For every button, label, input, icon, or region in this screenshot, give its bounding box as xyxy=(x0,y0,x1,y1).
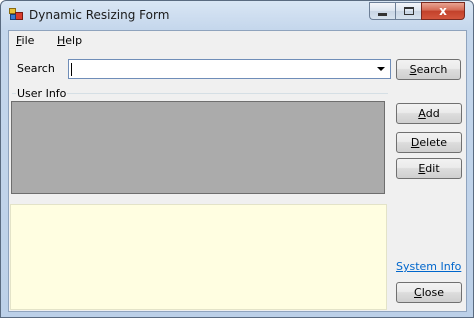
groupbox-border xyxy=(12,93,388,94)
search-button-accel: S xyxy=(409,63,417,76)
maximize-button[interactable] xyxy=(395,2,421,20)
add-button[interactable]: Add xyxy=(396,103,462,124)
edit-button-label: dit xyxy=(425,162,440,175)
chevron-down-icon[interactable] xyxy=(375,63,387,75)
delete-button-accel: D xyxy=(410,136,420,149)
app-window: Dynamic Resizing Form x File Help Search… xyxy=(0,0,474,318)
minimize-icon xyxy=(378,12,387,16)
caption-buttons: x xyxy=(369,2,465,21)
edit-button-accel: E xyxy=(418,162,426,175)
window-title: Dynamic Resizing Form xyxy=(29,8,170,22)
search-combobox[interactable] xyxy=(68,59,391,79)
menu-help[interactable]: Help xyxy=(57,34,82,47)
close-button-accel: C xyxy=(414,286,422,299)
close-icon: x xyxy=(439,4,447,18)
add-button-accel: A xyxy=(418,107,426,120)
minimize-button[interactable] xyxy=(369,2,395,20)
user-info-label: User Info xyxy=(16,87,68,100)
menu-file[interactable]: File xyxy=(16,34,34,47)
app-icon[interactable] xyxy=(9,8,23,21)
form-client-area: File Help Search Search User Info Add De… xyxy=(8,30,467,312)
details-panel[interactable] xyxy=(10,204,387,310)
text-caret xyxy=(71,63,72,76)
menu-file-label: ile xyxy=(21,34,35,47)
delete-button[interactable]: Delete xyxy=(396,132,462,153)
search-label: Search xyxy=(17,62,55,75)
title-bar[interactable]: Dynamic Resizing Form x xyxy=(1,1,473,30)
search-button-label: earch xyxy=(416,63,448,76)
close-window-button[interactable]: x xyxy=(421,2,465,20)
maximize-icon xyxy=(403,7,414,15)
close-button[interactable]: Close xyxy=(396,282,462,303)
edit-button[interactable]: Edit xyxy=(396,158,462,179)
search-button[interactable]: Search xyxy=(396,59,461,80)
close-button-label: lose xyxy=(421,286,444,299)
delete-button-label: elete xyxy=(419,136,448,149)
user-info-panel[interactable] xyxy=(11,101,385,194)
menu-bar: File Help xyxy=(9,31,466,51)
add-button-label: dd xyxy=(425,107,440,120)
system-info-link[interactable]: System Info xyxy=(396,260,461,273)
menu-help-label: elp xyxy=(65,34,83,47)
